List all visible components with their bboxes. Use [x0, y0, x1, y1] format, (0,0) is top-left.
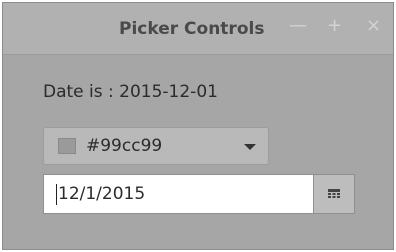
- window-title: Picker Controls: [119, 19, 265, 39]
- picker-controls-window: Picker Controls — + × Date is : 2015-12-…: [2, 2, 394, 250]
- color-value: #99cc99: [86, 136, 163, 156]
- title-bar[interactable]: Picker Controls — + ×: [3, 3, 393, 55]
- chevron-down-icon: [244, 144, 256, 150]
- close-button[interactable]: ×: [366, 16, 381, 36]
- date-label: Date is : 2015-12-01: [43, 82, 218, 102]
- text-cursor: [56, 184, 57, 205]
- date-input-value: 12/1/2015: [58, 184, 146, 204]
- minimize-button[interactable]: —: [289, 16, 307, 36]
- maximize-button[interactable]: +: [327, 16, 342, 36]
- date-input[interactable]: 12/1/2015: [43, 174, 313, 214]
- calendar-button[interactable]: [313, 174, 355, 214]
- color-picker[interactable]: #99cc99: [43, 127, 269, 165]
- calendar-icon: [328, 189, 340, 198]
- color-swatch: [58, 138, 76, 154]
